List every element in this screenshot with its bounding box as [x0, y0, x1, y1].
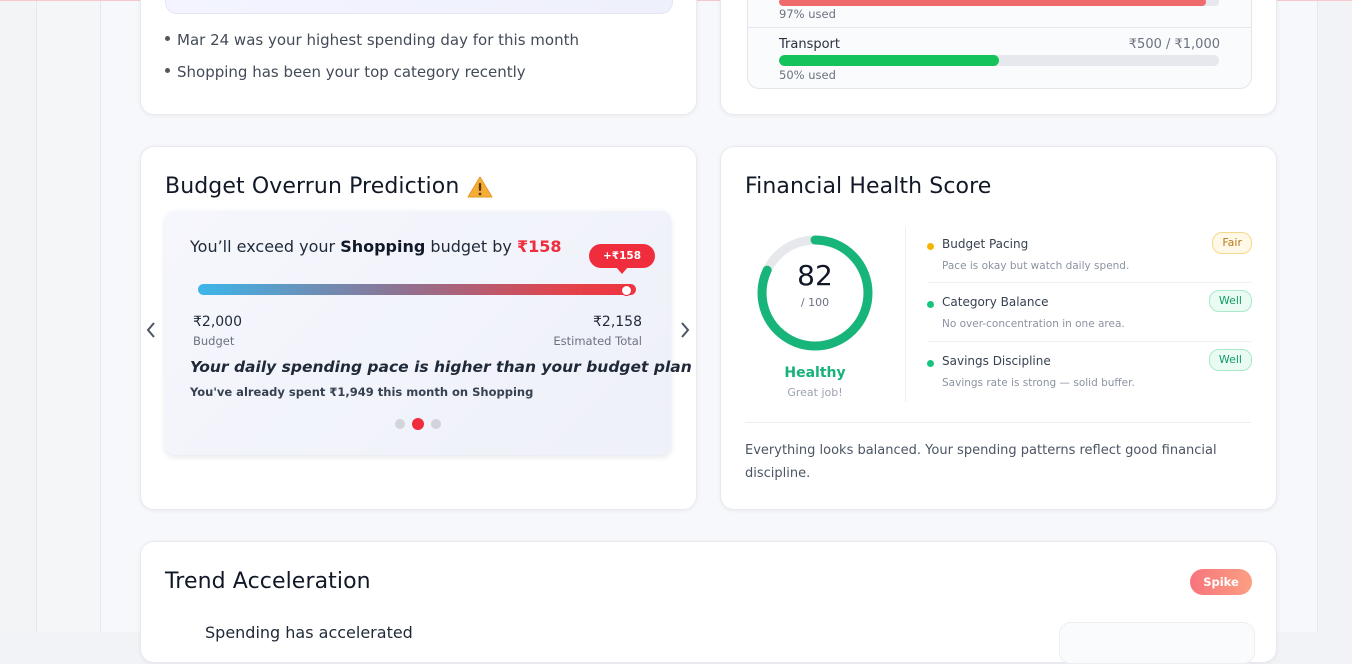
budget-used-label: 97% used: [779, 7, 836, 21]
budget-progress-fill: [779, 0, 1206, 6]
headline-category: Shopping: [340, 237, 426, 256]
pace-message: Your daily spending pace is higher than …: [190, 358, 692, 376]
status-badge: Well: [1208, 349, 1252, 371]
divider: [927, 282, 1252, 283]
score-caption: Great job!: [787, 386, 843, 399]
status-dot-icon: [927, 301, 934, 308]
budget-amount: ₹500 / ₹1,000: [1128, 37, 1220, 52]
divider: [748, 27, 1251, 28]
page-background-left: [0, 0, 36, 632]
page-gutter: [36, 0, 101, 632]
card-title: Financial Health Score: [745, 174, 992, 199]
score-status: Healthy: [784, 365, 846, 381]
score-value: 82: [797, 259, 833, 292]
headline-prefix: You’ll exceed your: [190, 237, 341, 256]
pill-pointer: [616, 267, 628, 274]
insight-item: Shopping has been your top category rece…: [165, 63, 526, 81]
bullet-icon: [165, 68, 170, 73]
divider: [927, 341, 1252, 342]
trend-subtitle: Spending has accelerated: [205, 623, 413, 642]
overrun-headline: You’ll exceed your Shopping budget by ₹1…: [190, 237, 561, 256]
factor-name: Budget Pacing: [942, 237, 1029, 251]
status-dot-icon: [927, 243, 934, 250]
health-summary: Everything looks balanced. Your spending…: [745, 443, 1217, 481]
carousel-dot-3[interactable]: [431, 419, 441, 429]
headline-mid: budget by: [425, 237, 517, 256]
health-score-gauge: [757, 235, 873, 351]
transport-progress-bar: [779, 55, 1219, 66]
insight-text: Shopping has been your top category rece…: [177, 63, 526, 81]
overrun-marker: [621, 285, 632, 296]
divider: [905, 227, 906, 402]
card-title: Budget Overrun Prediction: [165, 174, 460, 199]
factor-name: Category Balance: [942, 295, 1049, 309]
prediction-slide: You’ll exceed your Shopping budget by ₹1…: [165, 211, 692, 455]
budget-value: ₹2,000: [193, 314, 242, 330]
transport-progress-fill: [779, 55, 999, 66]
divider: [745, 422, 1251, 423]
factor-description: Savings rate is strong — solid buffer.: [942, 377, 1135, 389]
headline-amount: ₹158: [516, 237, 562, 256]
status-badge: Spike: [1190, 569, 1252, 595]
carousel-next-button[interactable]: [679, 320, 691, 344]
status-badge: Well: [1208, 290, 1252, 312]
estimated-value: ₹2,158: [593, 314, 642, 330]
bullet-icon: [165, 36, 170, 41]
chevron-right-icon: [681, 322, 690, 338]
card-title: Trend Acceleration: [165, 569, 371, 594]
insight-item: Mar 24 was your highest spending day for…: [165, 31, 579, 49]
carousel-prev-button[interactable]: [145, 320, 157, 344]
budget-label: Budget: [193, 334, 235, 348]
trend-acceleration-card: Trend Acceleration Spike Spending has ac…: [140, 541, 1277, 664]
factor-name: Savings Discipline: [942, 354, 1051, 368]
budgets-card: 97% used Transport ₹500 / ₹1,000 50% use…: [720, 0, 1277, 115]
carousel-dot-2[interactable]: [412, 418, 424, 430]
chevron-left-icon: [146, 322, 155, 338]
overrun-progress-bar: [198, 284, 636, 295]
budget-category-name: Transport: [779, 37, 841, 52]
warning-icon: [467, 176, 493, 198]
budget-progress-bar: [779, 0, 1219, 6]
budget-list: 97% used Transport ₹500 / ₹1,000 50% use…: [747, 0, 1252, 89]
budget-overrun-card: Budget Overrun Prediction You’ll exceed …: [140, 146, 697, 510]
financial-health-card: Financial Health Score 82 / 100 Healthy …: [720, 146, 1277, 510]
overrun-pill: +₹158: [589, 244, 655, 268]
trend-detail-box: [1059, 622, 1255, 664]
insight-banner: [165, 0, 673, 14]
budget-used-label: 50% used: [779, 68, 836, 82]
score-max: / 100: [800, 296, 830, 309]
pace-detail: You've already spent ₹1,949 this month o…: [190, 385, 534, 399]
insight-text: Mar 24 was your highest spending day for…: [177, 31, 579, 49]
carousel-dot-1[interactable]: [395, 419, 405, 429]
status-dot-icon: [927, 360, 934, 367]
status-badge: Fair: [1212, 232, 1252, 254]
factor-description: Pace is okay but watch daily spend.: [942, 260, 1130, 272]
estimated-label: Estimated Total: [553, 334, 642, 348]
factor-description: No over-concentration in one area.: [942, 318, 1125, 330]
insights-card: Mar 24 was your highest spending day for…: [140, 0, 697, 115]
